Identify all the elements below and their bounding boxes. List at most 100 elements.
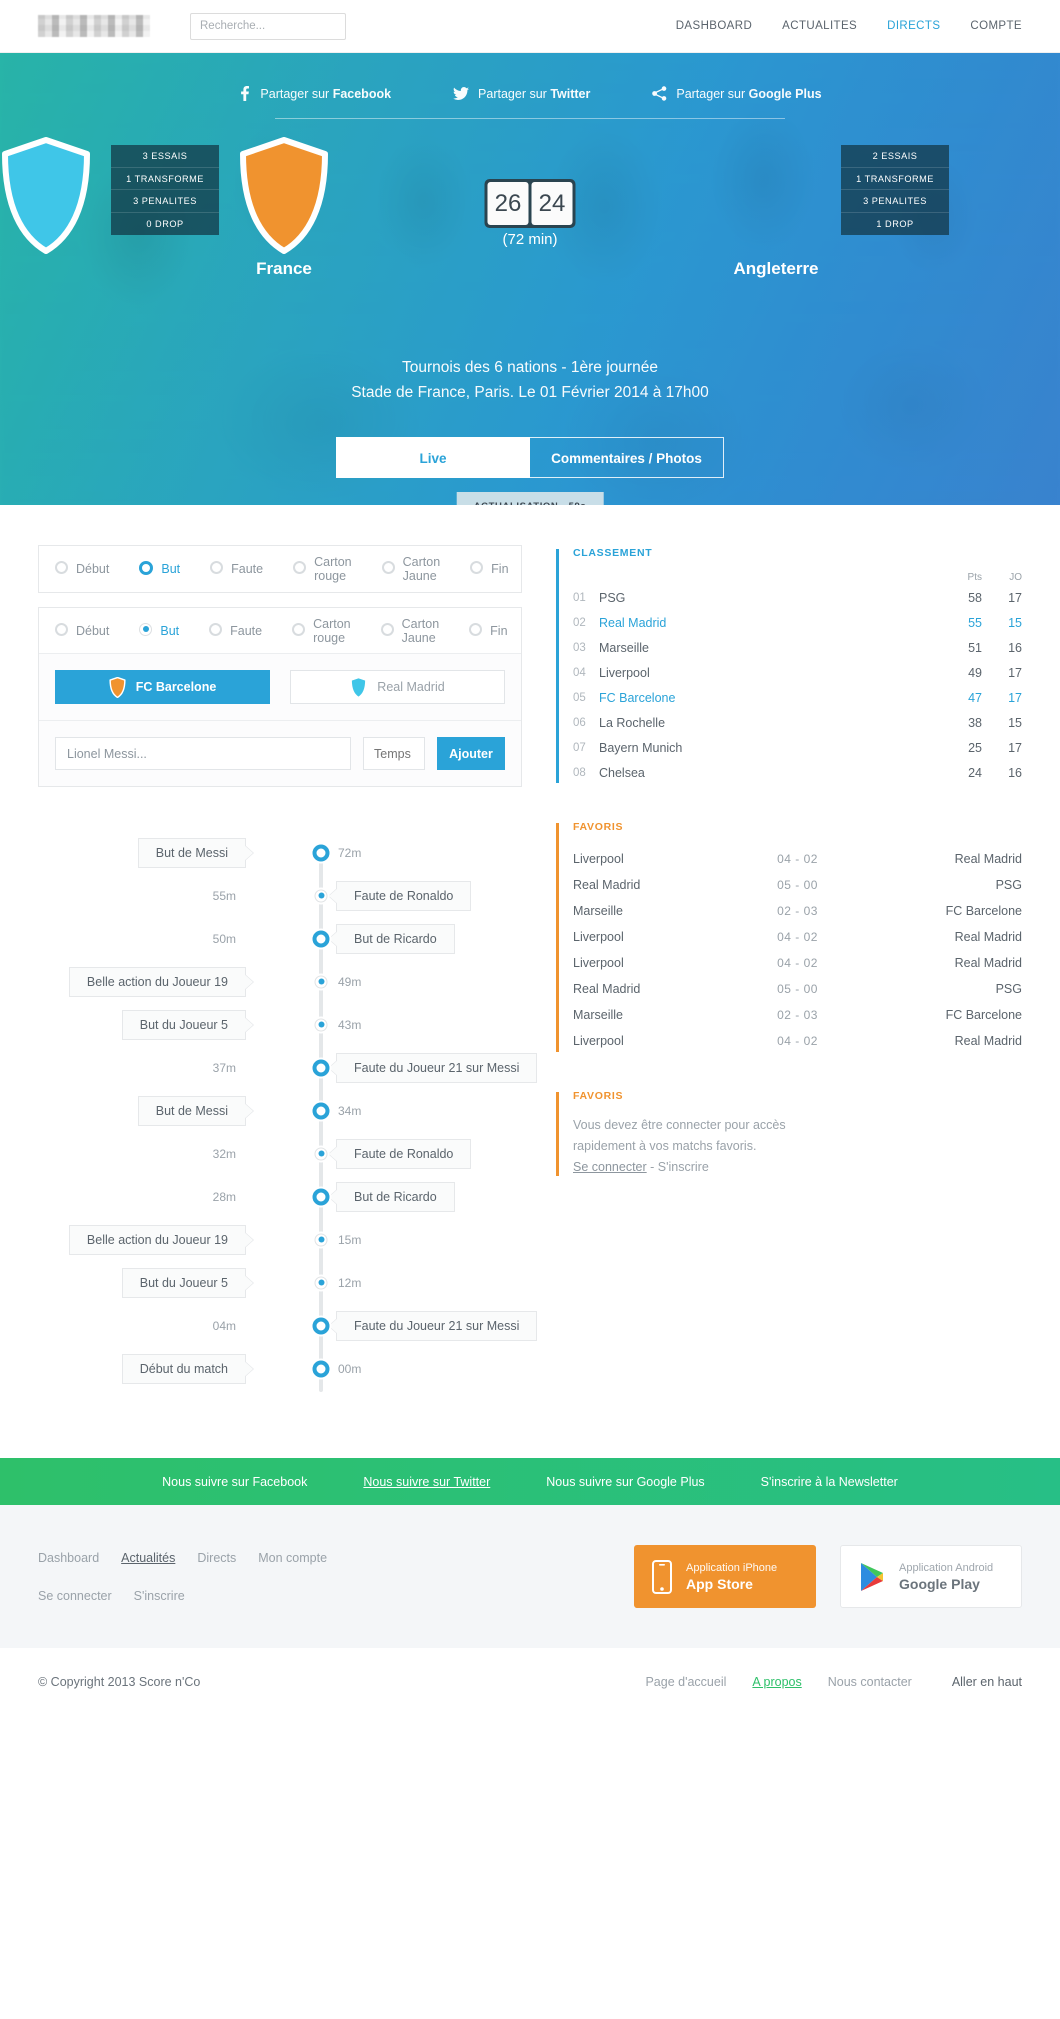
radio-marker-icon[interactable] <box>293 561 307 577</box>
timeline-event-label[interactable]: Faute de Ronaldo <box>336 880 472 911</box>
timeline-event-label[interactable]: Début du match <box>121 1353 246 1384</box>
radio-option-faute[interactable]: Faute <box>209 622 262 639</box>
refresh-countdown-badge[interactable]: ACTUALISATION - 59s <box>456 492 604 505</box>
favorite-match-row[interactable]: Real Madrid 05 - 00 PSG <box>573 976 1022 1002</box>
share-google-plus-link[interactable]: Partager sur Google Plus <box>652 86 822 101</box>
radio-option-but[interactable]: But <box>139 622 179 639</box>
favorite-match-row[interactable]: Real Madrid 05 - 00 PSG <box>573 872 1022 898</box>
radio-marker-icon[interactable] <box>210 561 224 577</box>
radio-option-but[interactable]: But <box>139 560 180 578</box>
radio-marker-icon[interactable] <box>209 622 223 639</box>
ranking-row[interactable]: 06 La Rochelle 38 15 <box>573 710 1022 735</box>
footer-bottom-link[interactable]: A propos <box>752 1675 801 1689</box>
event-entry-row: Ajouter <box>39 720 521 786</box>
radio-option-carton-jaune[interactable]: Carton Jaune <box>381 555 440 583</box>
timeline-event-label[interactable]: But du Joueur 5 <box>121 1009 246 1040</box>
ranking-row[interactable]: 01 PSG 58 17 <box>573 585 1022 610</box>
favorite-match-row[interactable]: Liverpool 04 - 02 Real Madrid <box>573 950 1022 976</box>
favorites-note-title: FAVORIS <box>573 1090 624 1102</box>
footer-link[interactable]: Dashboard <box>38 1551 99 1565</box>
radio-option-début[interactable]: Début <box>55 622 109 639</box>
timeline-event-label[interactable]: Belle action du Joueur 19 <box>68 1224 246 1255</box>
nav-item-dashboard[interactable]: DASHBOARD <box>676 20 752 32</box>
radio-marker-icon[interactable] <box>470 561 484 577</box>
footer-bottom-link[interactable]: Page d'accueil <box>645 1675 726 1689</box>
radio-marker-icon[interactable] <box>55 622 68 639</box>
team-button-away[interactable]: Real Madrid <box>290 670 505 704</box>
ranking-team: Liverpool <box>599 665 650 680</box>
tab-comments[interactable]: Commentaires / Photos <box>530 437 724 478</box>
nav-item-actualites[interactable]: ACTUALITES <box>782 20 857 32</box>
radio-marker-icon[interactable] <box>469 622 483 639</box>
radio-marker-icon[interactable] <box>381 561 395 577</box>
radio-marker-icon[interactable] <box>139 560 154 578</box>
radio-marker-icon[interactable] <box>55 561 68 577</box>
radio-option-début[interactable]: Début <box>55 561 109 577</box>
login-link[interactable]: Se connecter <box>573 1160 647 1174</box>
timeline-event-label[interactable]: But de Messi <box>137 837 246 868</box>
back-to-top-link[interactable]: Aller en haut <box>952 1675 1022 1689</box>
favorite-match-row[interactable]: Marseille 02 - 03 FC Barcelone <box>573 898 1022 924</box>
add-event-button[interactable]: Ajouter <box>437 737 505 770</box>
timeline-event-label[interactable]: Faute de Ronaldo <box>336 1138 472 1169</box>
favorite-match-row[interactable]: Marseille 02 - 03 FC Barcelone <box>573 1002 1022 1028</box>
social-link[interactable]: Nous suivre sur Facebook <box>162 1475 307 1489</box>
share-twitter-link[interactable]: Partager sur Twitter <box>453 86 590 101</box>
app-store-button[interactable]: Application iPhone App Store <box>634 1545 816 1608</box>
footer-link[interactable]: Directs <box>197 1551 236 1565</box>
radio-option-faute[interactable]: Faute <box>210 561 263 577</box>
ranking-row[interactable]: 02 Real Madrid 55 15 <box>573 610 1022 635</box>
social-link[interactable]: Nous suivre sur Twitter <box>363 1475 490 1489</box>
social-link[interactable]: Nous suivre sur Google Plus <box>546 1475 704 1489</box>
google-play-button[interactable]: Application Android Google Play <box>840 1545 1022 1608</box>
player-name-input[interactable] <box>55 737 351 770</box>
favorite-home-team: Real Madrid <box>573 878 641 892</box>
site-logo[interactable] <box>38 15 150 37</box>
timeline-event-label[interactable]: Belle action du Joueur 19 <box>68 966 246 997</box>
timeline-event-label[interactable]: Faute du Joueur 21 sur Messi <box>336 1310 538 1341</box>
ranking-row[interactable]: 08 Chelsea 24 16 <box>573 760 1022 785</box>
radio-option-carton-jaune[interactable]: Carton Jaune <box>380 617 439 645</box>
search-input[interactable] <box>190 12 346 40</box>
radio-marker-icon[interactable] <box>139 622 153 639</box>
favorite-match-row[interactable]: Liverpool 04 - 02 Real Madrid <box>573 1028 1022 1054</box>
event-time-input[interactable] <box>363 737 425 770</box>
radio-option-fin[interactable]: Fin <box>470 561 509 577</box>
twitter-icon <box>453 86 470 101</box>
ranking-team: Chelsea <box>599 765 645 780</box>
radio-marker-icon[interactable] <box>380 622 394 639</box>
ranking-row[interactable]: 03 Marseille 51 16 <box>573 635 1022 660</box>
footer-link[interactable]: S'inscrire <box>134 1589 185 1603</box>
radio-marker-icon[interactable] <box>292 622 306 639</box>
footer-link[interactable]: Actualités <box>121 1551 175 1565</box>
ranking-games: 16 <box>1008 765 1022 780</box>
ranking-row[interactable]: 04 Liverpool 49 17 <box>573 660 1022 685</box>
ranking-team: PSG <box>599 590 626 605</box>
nav-item-directs[interactable]: DIRECTS <box>887 20 940 32</box>
favorite-match-row[interactable]: Liverpool 04 - 02 Real Madrid <box>573 846 1022 872</box>
signup-link[interactable]: S'inscrire <box>658 1160 709 1174</box>
timeline-item: But du Joueur 5 12m <box>38 1261 522 1304</box>
nav-item-compte[interactable]: COMPTE <box>970 20 1022 32</box>
radio-option-fin[interactable]: Fin <box>469 622 508 639</box>
ranking-row[interactable]: 05 FC Barcelone 47 17 <box>573 685 1022 710</box>
ranking-row[interactable]: 07 Bayern Munich 25 17 <box>573 735 1022 760</box>
share-facebook-link[interactable]: Partager sur Facebook <box>238 86 391 101</box>
radio-option-carton-rouge[interactable]: Carton rouge <box>293 555 352 583</box>
tab-live[interactable]: Live <box>336 437 530 478</box>
home-team-shield-icon <box>238 137 330 254</box>
timeline-event-label[interactable]: But de Messi <box>137 1095 246 1126</box>
away-team-name: Angleterre <box>733 259 819 278</box>
timeline-event-label[interactable]: But de Ricardo <box>336 923 455 954</box>
timeline-event-label[interactable]: Faute du Joueur 21 sur Messi <box>336 1052 538 1083</box>
favorite-match-row[interactable]: Liverpool 04 - 02 Real Madrid <box>573 924 1022 950</box>
social-link[interactable]: S'inscrire à la Newsletter <box>761 1475 898 1489</box>
team-button-home[interactable]: FC Barcelone <box>55 670 270 704</box>
radio-option-carton-rouge[interactable]: Carton rouge <box>292 617 351 645</box>
footer-link[interactable]: Mon compte <box>258 1551 327 1565</box>
timeline-event-label[interactable]: But de Ricardo <box>336 1181 455 1212</box>
footer-link[interactable]: Se connecter <box>38 1589 112 1603</box>
timeline-event-label[interactable]: But du Joueur 5 <box>121 1267 246 1298</box>
left-column: Début But Faute Carton rouge Carton Jaun… <box>38 545 538 1404</box>
footer-bottom-link[interactable]: Nous contacter <box>828 1675 912 1689</box>
